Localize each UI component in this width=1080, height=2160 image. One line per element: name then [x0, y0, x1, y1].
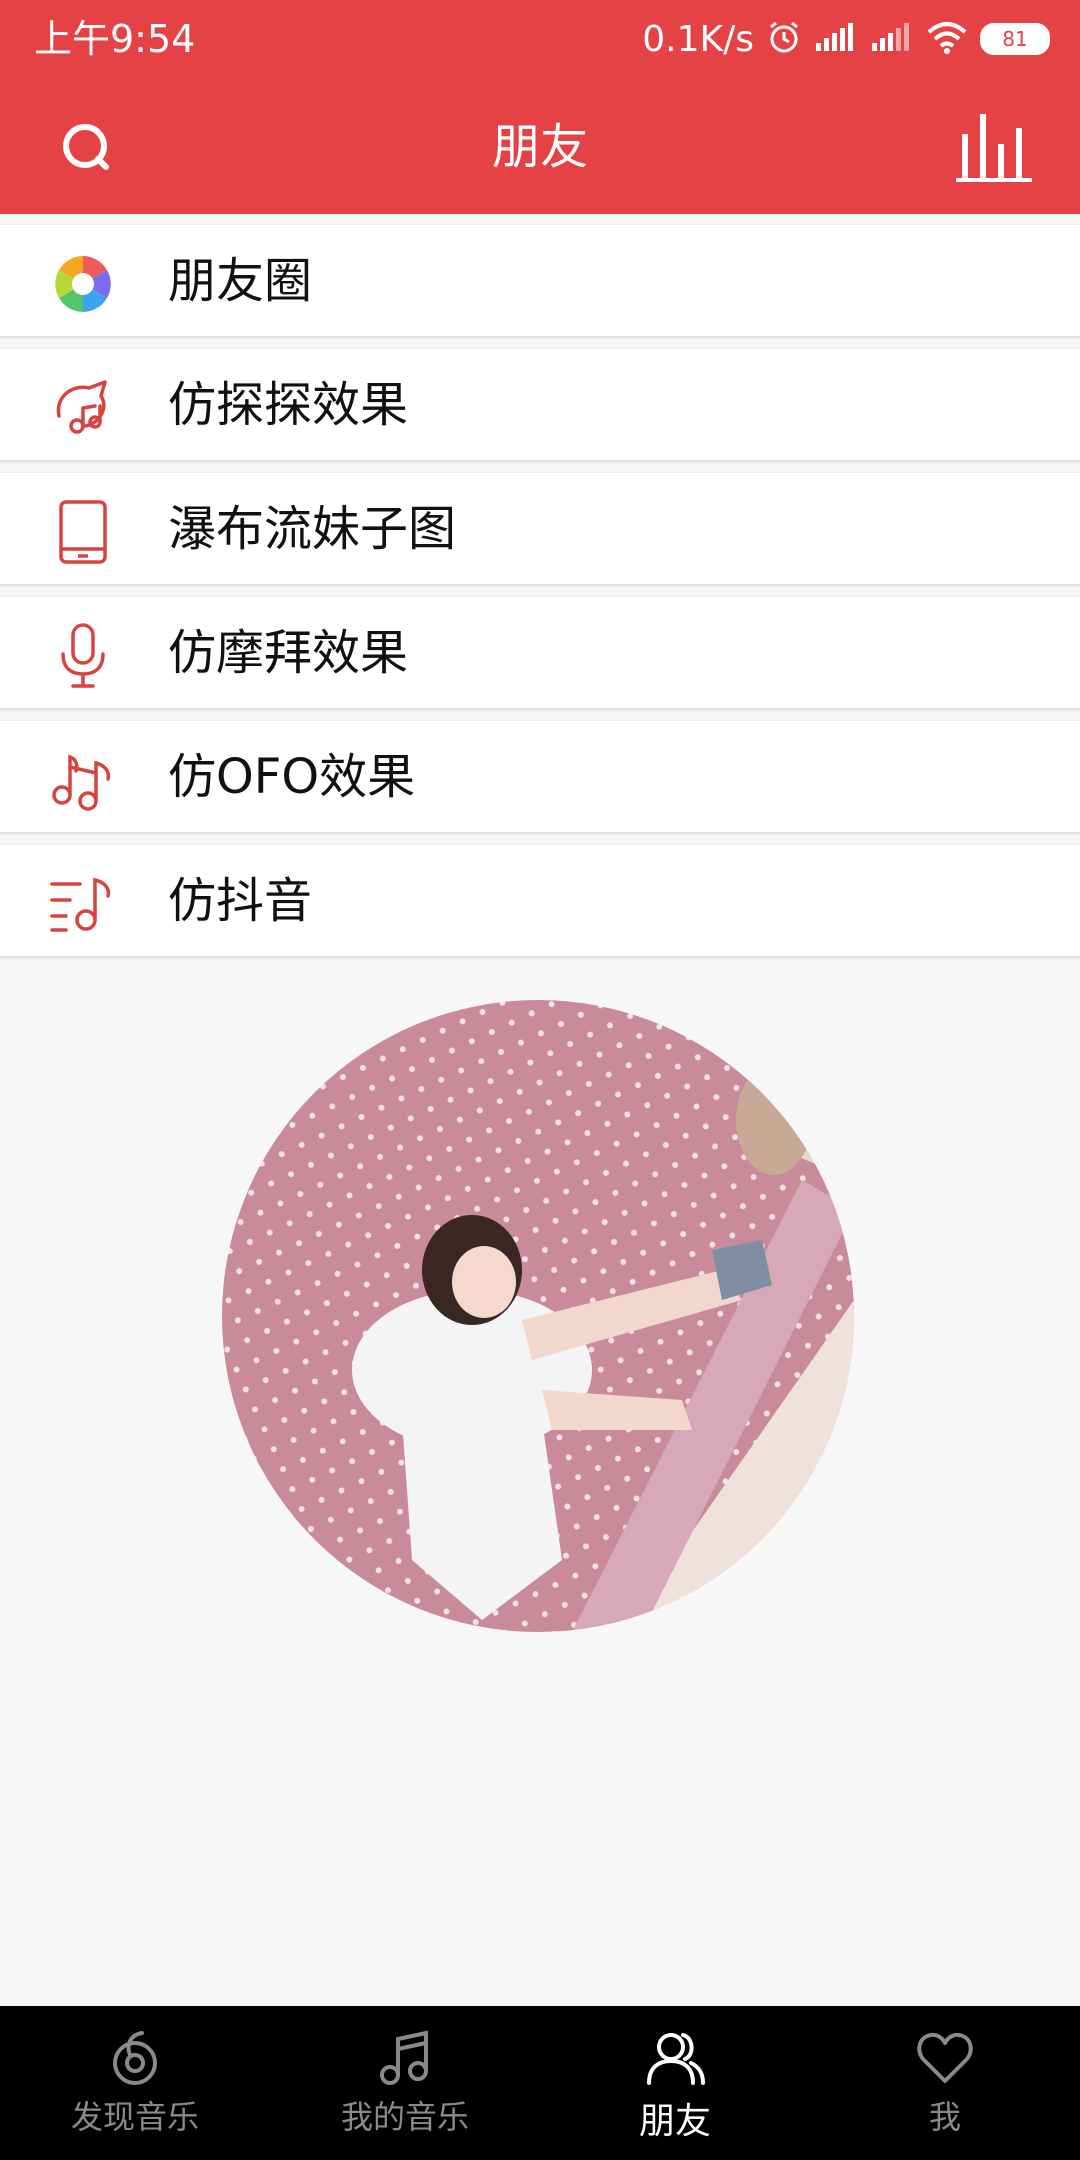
- menu-item-label: 仿探探效果: [168, 377, 409, 433]
- menu-item-waterfall[interactable]: 瀑布流妹子图: [0, 472, 1080, 584]
- menu-item-mobike[interactable]: 仿摩拜效果: [0, 596, 1080, 708]
- search-icon[interactable]: [52, 113, 120, 181]
- menu-item-moments[interactable]: 朋友圈: [0, 224, 1080, 336]
- battery-indicator: 81: [980, 23, 1050, 55]
- equalizer-icon[interactable]: [954, 106, 1034, 186]
- phone-icon: [48, 497, 118, 567]
- tab-label: 发现音乐: [70, 2098, 199, 2136]
- status-indicators: 0.1K/s 81: [642, 14, 1050, 64]
- tab-me[interactable]: 我: [810, 2006, 1080, 2160]
- page-title: 朋友: [491, 119, 588, 175]
- status-time: 上午9:54: [34, 17, 196, 61]
- friends-icon: [643, 2026, 707, 2090]
- tab-label: 我: [928, 2098, 961, 2136]
- bell-music-icon: [48, 373, 118, 443]
- circular-photo: [222, 1000, 854, 1632]
- signal-icon-2: [870, 21, 914, 57]
- playlist-icon: [48, 869, 118, 939]
- tab-my-music[interactable]: 我的音乐: [270, 2006, 540, 2160]
- menu-item-label: 朋友圈: [168, 253, 313, 309]
- tab-label: 朋友: [638, 2101, 711, 2142]
- tab-discover-music[interactable]: 发现音乐: [0, 2006, 270, 2160]
- alarm-icon: [766, 19, 802, 59]
- menu-item-douyin[interactable]: 仿抖音: [0, 844, 1080, 956]
- network-speed: 0.1K/s: [642, 18, 754, 60]
- menu-item-label: 瀑布流妹子图: [168, 501, 457, 557]
- moments-aperture-icon: [48, 249, 118, 319]
- tab-friends[interactable]: 朋友: [540, 2006, 810, 2160]
- bottom-nav: 发现音乐 我的音乐 朋友 我: [0, 2006, 1080, 2160]
- music-note-icon: [48, 745, 118, 815]
- menu-item-ofo[interactable]: 仿OFO效果: [0, 720, 1080, 832]
- microphone-icon: [48, 621, 118, 691]
- tab-label: 我的音乐: [340, 2098, 469, 2136]
- my-music-icon: [373, 2026, 437, 2090]
- menu-item-label: 仿OFO效果: [168, 749, 416, 805]
- heart-icon: [913, 2026, 977, 2090]
- app-bar: 朋友: [0, 80, 1080, 214]
- status-bar: 上午9:54 0.1K/s 81: [0, 0, 1080, 80]
- wifi-icon: [926, 20, 968, 58]
- menu-item-label: 仿摩拜效果: [168, 625, 409, 681]
- menu-item-tantan[interactable]: 仿探探效果: [0, 348, 1080, 460]
- menu-item-label: 仿抖音: [168, 873, 313, 929]
- discover-music-icon: [103, 2026, 167, 2090]
- signal-icon: [814, 21, 858, 57]
- feature-menu: 朋友圈 仿探探效果 瀑布流妹子图 仿摩拜效果 仿OFO效果 仿抖音: [0, 224, 1080, 968]
